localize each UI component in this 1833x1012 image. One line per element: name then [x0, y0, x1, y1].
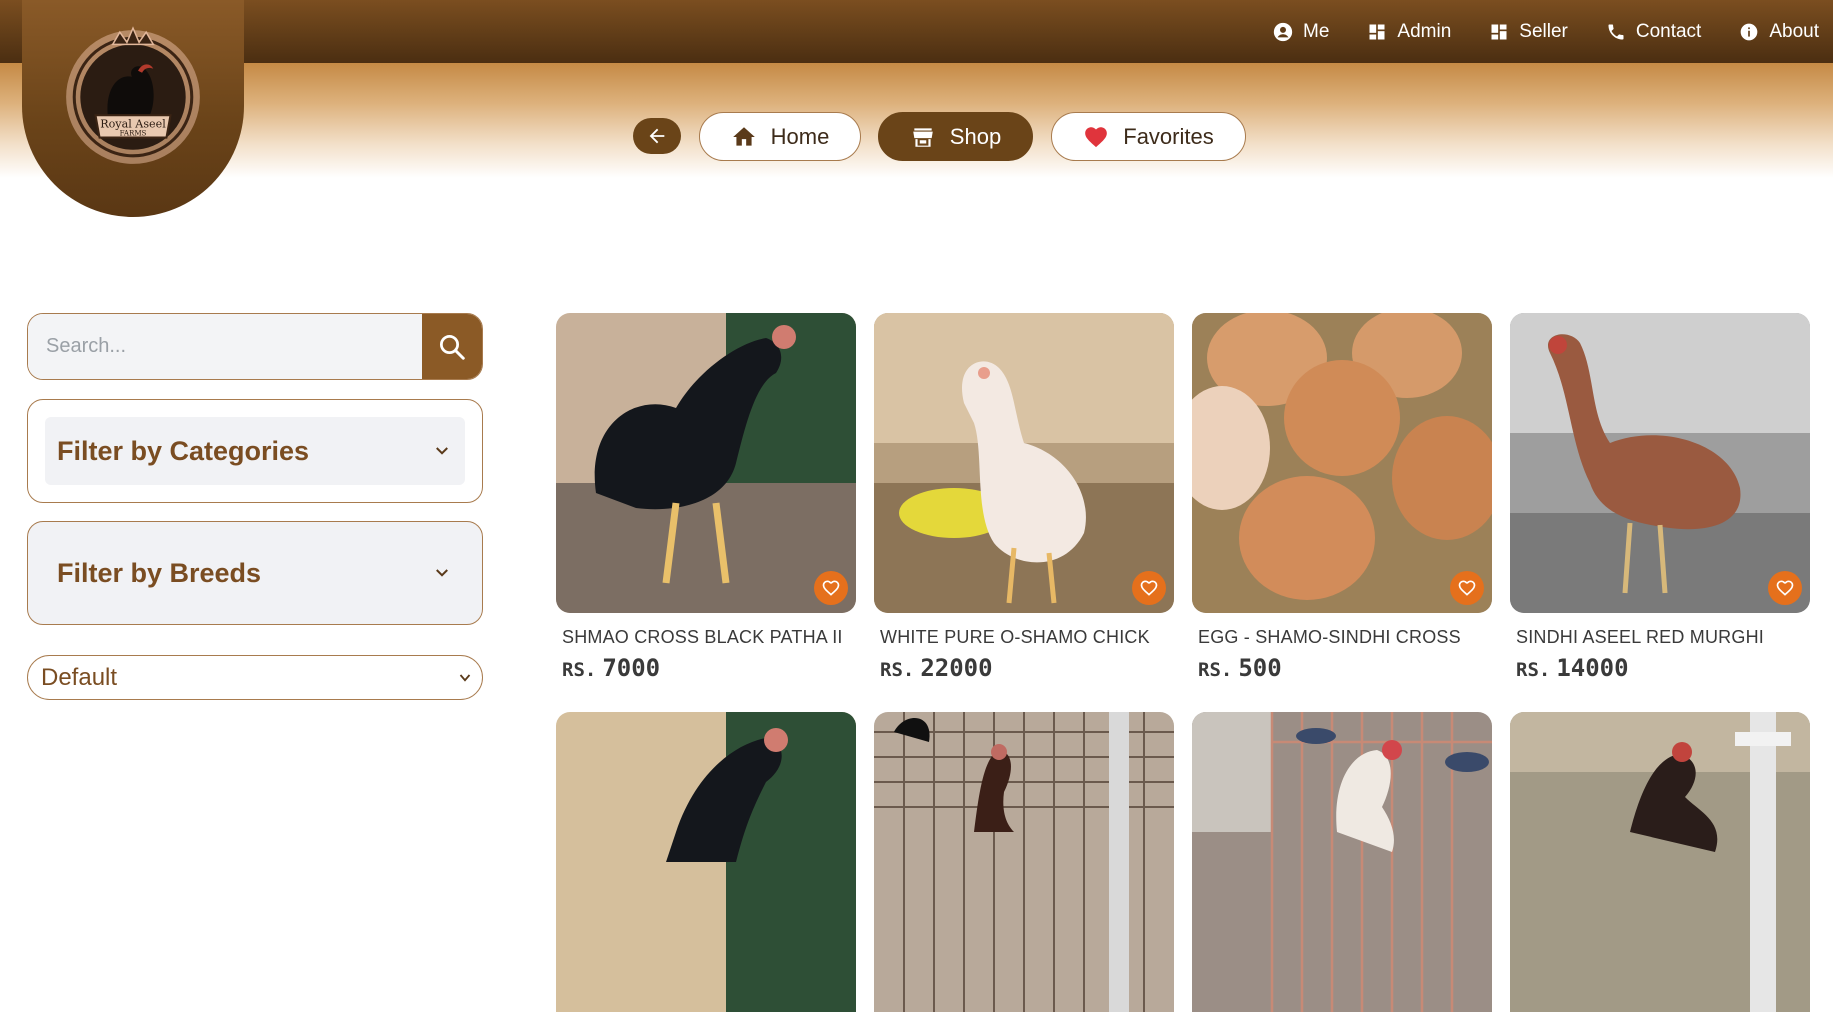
white-chick-photo: [874, 313, 1174, 613]
filter-breeds-title: Filter by Breeds: [57, 557, 262, 588]
product-card[interactable]: [1192, 712, 1492, 1012]
product-image[interactable]: [1510, 712, 1810, 1012]
product-image[interactable]: [874, 313, 1174, 613]
product-name[interactable]: EGG - SHAMO-SINDHI CROSS: [1198, 627, 1492, 648]
favorite-button[interactable]: [1450, 571, 1484, 605]
price-currency: RS.: [880, 659, 915, 681]
chevron-down-icon: [436, 569, 448, 577]
nav-about-label: About: [1769, 20, 1819, 42]
top-bar: Me Admin Seller Contact About: [0, 0, 1833, 63]
price-value: 14000: [1556, 654, 1629, 682]
product-image[interactable]: [1192, 712, 1492, 1012]
product-image[interactable]: [1192, 313, 1492, 613]
shop-button[interactable]: Shop: [878, 112, 1033, 161]
arrow-left-icon: [649, 128, 665, 144]
red-hen-photo: [1510, 313, 1810, 613]
heart-outline-icon: [1776, 580, 1794, 596]
product-price: RS. 7000: [562, 654, 856, 682]
nav-admin[interactable]: Admin: [1367, 21, 1451, 43]
product-card[interactable]: [874, 712, 1174, 1012]
price-value: 7000: [602, 654, 661, 682]
nav-contact[interactable]: Contact: [1606, 21, 1701, 43]
sort-select[interactable]: Default: [27, 655, 483, 700]
price-value: 22000: [920, 654, 993, 682]
product-card[interactable]: EGG - SHAMO-SINDHI CROSS RS. 500: [1192, 313, 1492, 682]
home-icon: [732, 126, 755, 146]
product-name[interactable]: SINDHI ASEEL RED MURGHI: [1516, 627, 1810, 648]
search-input[interactable]: [28, 314, 422, 379]
heart-icon: [1085, 126, 1108, 147]
nav-admin-label: Admin: [1397, 20, 1452, 42]
nav-me[interactable]: Me: [1273, 21, 1329, 43]
nav-contact-label: Contact: [1635, 20, 1702, 42]
white-rooster-photo: [1192, 712, 1492, 1012]
favorite-button[interactable]: [814, 571, 848, 605]
sort-selected-value: Default: [41, 663, 118, 691]
logo-badge[interactable]: Royal Aseel FARMS: [22, 0, 244, 217]
product-image[interactable]: [1510, 313, 1810, 613]
product-image[interactable]: [556, 313, 856, 613]
store-icon: [913, 127, 933, 147]
product-price: RS. 14000: [1516, 654, 1810, 682]
product-card[interactable]: [1510, 712, 1810, 1012]
black-rooster-photo: [556, 313, 856, 613]
product-name[interactable]: SHMAO CROSS BLACK PATHA II: [562, 627, 856, 648]
filter-categories-title: Filter by Categories: [57, 435, 310, 466]
nav-seller[interactable]: Seller: [1489, 21, 1568, 43]
user-circle-icon: [1273, 22, 1293, 41]
filter-breeds-panel: Filter by Breeds: [27, 521, 483, 625]
nav-seller-label: Seller: [1519, 20, 1568, 42]
phone-icon: [1608, 24, 1624, 39]
filter-categories-toggle[interactable]: Filter by Categories: [45, 417, 465, 485]
product-price: RS. 22000: [880, 654, 1174, 682]
info-icon: [1741, 23, 1758, 40]
product-image[interactable]: [556, 712, 856, 1012]
price-value: 500: [1238, 654, 1282, 682]
heart-outline-icon: [1140, 580, 1158, 596]
nav-me-label: Me: [1303, 20, 1330, 42]
heart-outline-icon: [822, 580, 840, 596]
favorites-button[interactable]: Favorites: [1051, 112, 1246, 161]
nav-about[interactable]: About: [1739, 21, 1819, 43]
chevron-down-icon: [436, 447, 448, 455]
home-button[interactable]: Home: [699, 112, 861, 161]
product-image[interactable]: [874, 712, 1174, 1012]
product-card[interactable]: [556, 712, 856, 1012]
product-card[interactable]: WHITE PURE O-SHAMO CHICK RS. 22000: [874, 313, 1174, 682]
royal-aseel-farms-logo: Royal Aseel FARMS: [66, 25, 200, 164]
logo-text-line2: FARMS: [120, 128, 147, 137]
product-card[interactable]: SINDHI ASEEL RED MURGHI RS. 14000: [1510, 313, 1810, 682]
dashboard-icon: [1369, 24, 1385, 39]
product-card[interactable]: SHMAO CROSS BLACK PATHA II RS. 7000: [556, 313, 856, 682]
price-currency: RS.: [562, 659, 597, 681]
search-bar: [27, 313, 483, 380]
dashboard-icon: [1491, 24, 1507, 39]
back-button[interactable]: [633, 118, 681, 154]
top-nav: Me Admin Seller Contact About: [1273, 0, 1819, 63]
favorite-button[interactable]: [1768, 571, 1802, 605]
heart-outline-icon: [1458, 580, 1476, 596]
filter-breeds-toggle[interactable]: Filter by Breeds: [45, 539, 465, 607]
filter-categories-panel: Filter by Categories: [27, 399, 483, 503]
search-icon: [440, 334, 465, 360]
price-currency: RS.: [1516, 659, 1551, 681]
price-currency: RS.: [1198, 659, 1233, 681]
eggs-photo: [1192, 313, 1492, 613]
aseel-rooster-photo: [1510, 712, 1810, 1012]
shop-label: Shop: [949, 123, 1002, 149]
chevron-down-icon: [459, 673, 471, 682]
caged-rooster-photo: [874, 712, 1174, 1012]
favorite-button[interactable]: [1132, 571, 1166, 605]
search-button[interactable]: [422, 314, 482, 379]
product-name[interactable]: WHITE PURE O-SHAMO CHICK: [880, 627, 1174, 648]
home-label: Home: [770, 123, 830, 149]
product-price: RS. 500: [1198, 654, 1492, 682]
favorites-label: Favorites: [1123, 123, 1214, 149]
rooster-photo: [556, 712, 856, 1012]
